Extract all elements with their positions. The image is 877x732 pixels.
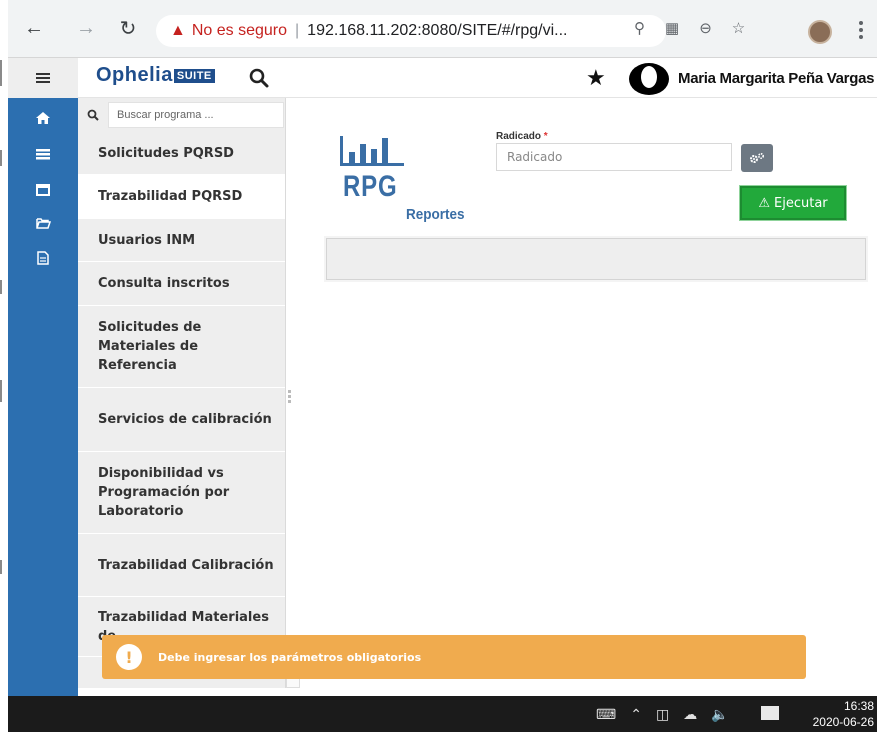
program-item-active[interactable]: Trazabilidad PQRSD xyxy=(78,175,285,219)
taskbar-clock[interactable]: 16:38 2020-06-26 xyxy=(788,698,874,730)
program-item[interactable]: Solicitudes PQRSD xyxy=(78,132,285,175)
document-icon[interactable] xyxy=(8,240,78,276)
radicado-label: Radicado * xyxy=(496,131,548,142)
exclamation-icon: ! xyxy=(116,644,142,670)
forward-icon[interactable]: → xyxy=(72,14,100,42)
gears-icon xyxy=(750,152,765,163)
clock-date: 2020-06-26 xyxy=(812,715,874,729)
zoom-out-icon[interactable]: ⊖ xyxy=(699,19,712,37)
panel-splitter-handle[interactable] xyxy=(288,390,292,406)
rpg-logo-subtitle: Reportes xyxy=(406,206,465,223)
edge-mark xyxy=(0,380,2,402)
volume-icon[interactable]: 🔈 xyxy=(711,706,728,723)
window-icon[interactable] xyxy=(8,172,78,208)
window-left-edge xyxy=(0,0,8,732)
required-marker: * xyxy=(543,131,548,142)
program-list: Buscar programa ... Solicitudes PQRSD Tr… xyxy=(78,98,286,688)
search-icon[interactable] xyxy=(248,67,270,89)
os-taskbar: ⌨ ⌃ ◫ ☁ 🔈 16:38 2020-06-26 xyxy=(8,696,877,732)
omnibox-actions: ⚲ ▦ ⊖ ☆ xyxy=(634,14,745,42)
list-icon[interactable] xyxy=(8,136,78,172)
menu-toggle-button[interactable] xyxy=(8,58,78,98)
program-item[interactable]: Consulta inscritos xyxy=(78,262,285,306)
hamburger-icon xyxy=(36,71,50,85)
validation-toast[interactable]: ! Debe ingresar los parámetros obligator… xyxy=(102,635,806,679)
parameters-button[interactable] xyxy=(741,144,773,172)
program-search: Buscar programa ... xyxy=(78,98,285,132)
edge-mark xyxy=(0,150,2,166)
system-tray: ⌨ ⌃ ◫ ☁ 🔈 xyxy=(596,696,729,732)
logo-suite-text: SUITE xyxy=(173,69,215,83)
user-menu[interactable]: Maria Margarita Peña Vargas ▾ xyxy=(678,69,877,87)
cloud-icon[interactable]: ☁ xyxy=(683,706,697,723)
edge-mark xyxy=(0,560,2,574)
program-item[interactable]: Disponibilidad vs Programación por Labor… xyxy=(78,452,285,534)
program-item[interactable]: Solicitudes de Materiales de Referencia xyxy=(78,306,285,388)
rpg-chart-logo-icon xyxy=(340,136,404,166)
folder-open-icon[interactable] xyxy=(8,208,78,238)
radicado-label-text: Radicado xyxy=(496,131,542,142)
bookmark-star-icon[interactable]: ☆ xyxy=(732,19,745,37)
home-icon[interactable] xyxy=(8,100,78,136)
execute-button[interactable]: ⚠ Ejecutar xyxy=(740,186,846,220)
omnibox-separator: | xyxy=(295,22,300,39)
reload-icon[interactable]: ↻ xyxy=(114,14,142,42)
translate-icon[interactable]: ▦ xyxy=(665,19,679,37)
browser-toolbar: ← → ↻ ▲ No es seguro | 192.168.11.202:80… xyxy=(8,0,877,58)
browser-menu-icon[interactable] xyxy=(854,16,868,44)
program-item[interactable]: Trazabilidad Calibración xyxy=(78,534,285,597)
key-icon[interactable]: ⚲ xyxy=(634,19,645,37)
rpg-logo-text: RPG xyxy=(343,170,398,203)
user-avatar-icon[interactable] xyxy=(628,62,670,96)
program-item[interactable]: Usuarios INM xyxy=(78,219,285,262)
security-label: No es seguro xyxy=(191,22,288,39)
icon-rail xyxy=(8,98,78,698)
edge-mark xyxy=(0,280,2,294)
edge-mark xyxy=(0,60,2,86)
browser-window: ← → ↻ ▲ No es seguro | 192.168.11.202:80… xyxy=(8,0,877,732)
notification-icon[interactable] xyxy=(761,706,779,720)
clock-time: 16:38 xyxy=(843,699,874,713)
report-result-panel xyxy=(326,238,866,280)
back-icon[interactable]: ← xyxy=(20,14,48,42)
toast-message: Debe ingresar los parámetros obligatorio… xyxy=(158,650,422,664)
program-search-input[interactable]: Buscar programa ... xyxy=(108,102,284,128)
program-item[interactable]: Servicios de calibración xyxy=(78,388,285,452)
app-header: Ophelia SUITE ★ Maria Margarita Peña Varg… xyxy=(8,58,877,98)
network-icon[interactable]: ◫ xyxy=(656,706,669,723)
url-text: 192.168.11.202:8080/SITE/#/rpg/vi... xyxy=(307,22,568,39)
program-search-icon xyxy=(78,109,108,121)
warning-icon: ▲ xyxy=(170,22,186,39)
user-name-text: Maria Margarita Peña Vargas xyxy=(678,70,875,87)
radicado-input[interactable] xyxy=(496,143,732,171)
keyboard-icon[interactable]: ⌨ xyxy=(596,706,616,723)
profile-avatar[interactable] xyxy=(808,20,832,44)
favorites-star-icon[interactable]: ★ xyxy=(586,65,606,91)
execute-label: Ejecutar xyxy=(774,195,828,211)
warning-triangle-icon: ⚠ xyxy=(758,195,771,211)
ophelia-logo[interactable]: Ophelia SUITE xyxy=(96,64,215,87)
chevron-up-icon[interactable]: ⌃ xyxy=(630,706,642,723)
logo-main-text: Ophelia xyxy=(96,64,173,86)
address-bar[interactable]: ▲ No es seguro | 192.168.11.202:8080/SIT… xyxy=(156,15,666,47)
